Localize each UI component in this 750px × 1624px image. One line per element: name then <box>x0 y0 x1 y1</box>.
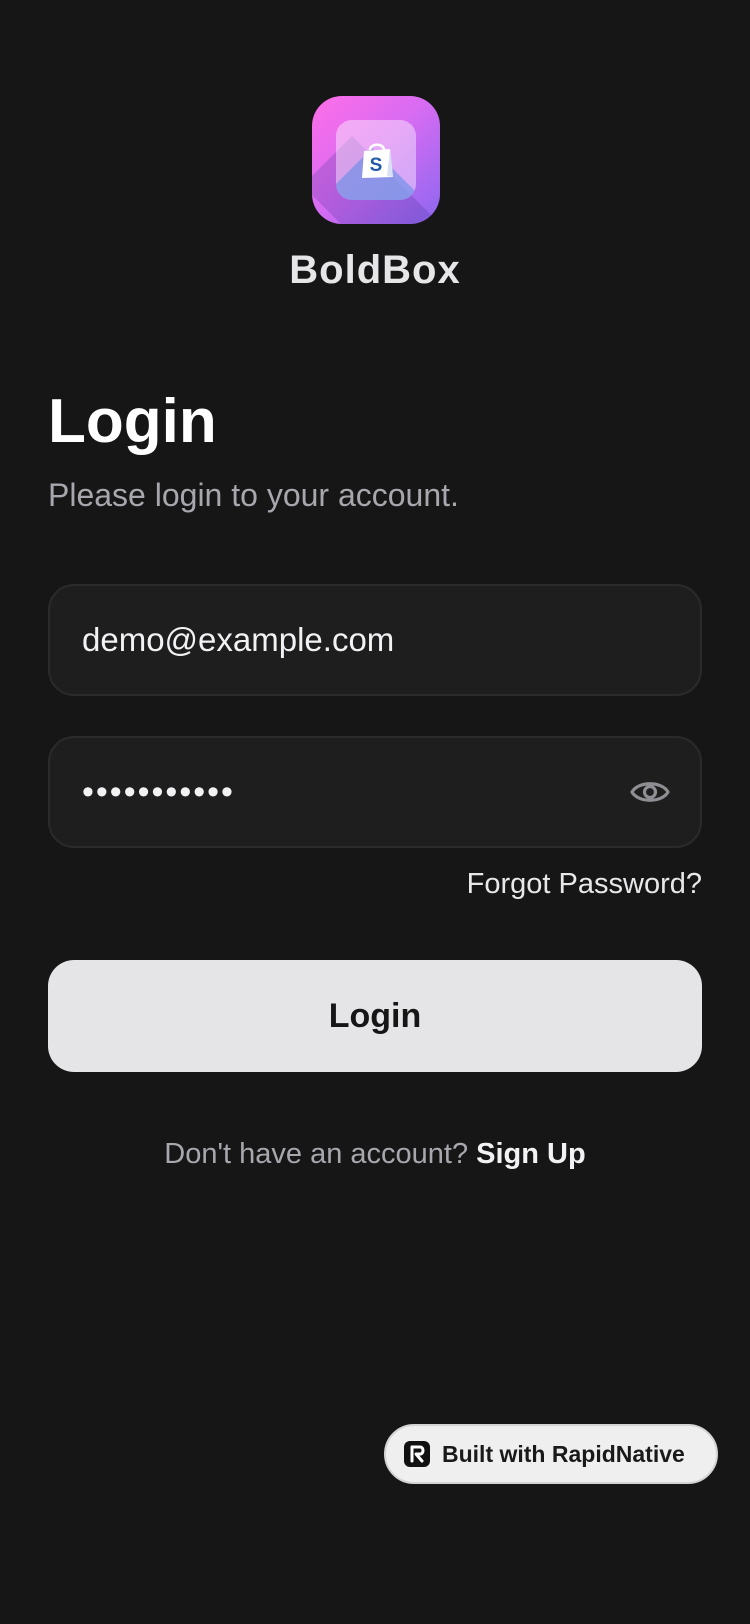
eye-icon[interactable] <box>630 774 670 810</box>
forgot-password-link[interactable]: Forgot Password? <box>467 868 702 901</box>
built-with-badge[interactable]: Built with RapidNative <box>384 1424 718 1484</box>
svg-text:S: S <box>370 155 383 176</box>
signup-prompt-text: Don't have an account? <box>164 1138 469 1170</box>
badge-label: Built with RapidNative <box>442 1440 685 1467</box>
app-name: BoldBox <box>289 248 461 292</box>
app-logo: S <box>312 96 440 224</box>
rapidnative-logo-icon <box>404 1441 430 1467</box>
login-screen: S BoldBox Login Please login to your acc… <box>0 0 750 1624</box>
page-subtitle: Please login to your account. <box>48 477 459 513</box>
shopping-bag-icon: S <box>362 143 393 178</box>
login-button[interactable]: Login <box>48 960 702 1072</box>
email-field[interactable] <box>48 584 702 696</box>
signup-link[interactable]: Sign Up <box>476 1138 586 1170</box>
password-input[interactable] <box>82 738 622 846</box>
signup-prompt-row: Don't have an account? Sign Up <box>0 1138 750 1171</box>
password-field[interactable] <box>48 736 702 848</box>
page-title: Login <box>48 387 217 456</box>
email-input[interactable] <box>82 586 622 694</box>
